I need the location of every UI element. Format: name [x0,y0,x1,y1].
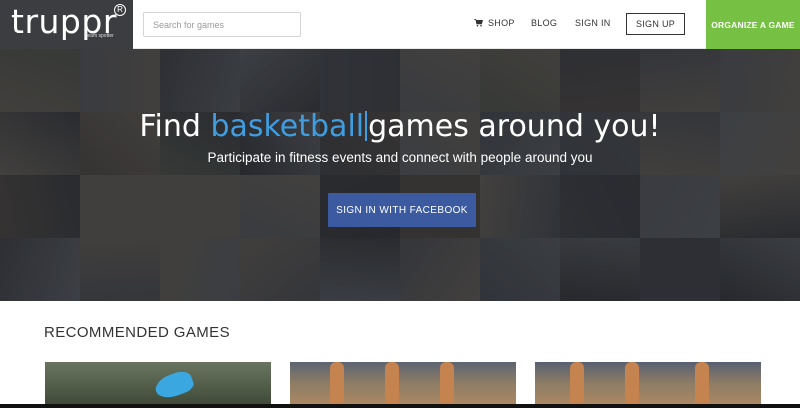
runner-image [330,362,344,408]
nav-blog-link[interactable]: BLOG [531,18,557,28]
hero-subtitle: Participate in fitness events and connec… [207,150,593,165]
nav-shop-link[interactable]: SHOP [474,18,515,28]
text-cursor [365,111,368,141]
runner-image [625,362,639,408]
bottom-edge [0,404,800,408]
hero-title-suffix: games around you! [368,109,661,144]
nav-shop-label: SHOP [488,18,515,28]
registered-mark: R [114,4,126,16]
organize-game-button[interactable]: ORGANIZE A GAME [706,0,800,49]
hero-title: Find basketball games around you! [0,109,800,144]
site-header: truppr R team spotter SHOP BLOG SIGN IN … [0,0,800,49]
runner-image [570,362,584,408]
recommended-games-heading: RECOMMENDED GAMES [44,324,230,341]
runner-image [440,362,454,408]
game-card[interactable] [45,362,271,408]
search-input[interactable] [143,12,301,37]
game-card[interactable] [290,362,516,408]
runner-image [695,362,709,408]
hero-title-prefix: Find [139,109,211,144]
sign-up-button[interactable]: SIGN UP [626,13,685,35]
nav-signin-link[interactable]: SIGN IN [575,18,611,28]
truppr-logo[interactable]: truppr R team spotter [0,0,133,49]
hero-title-sport: basketball [210,109,365,144]
hero-overlay [0,49,800,301]
runner-image [385,362,399,408]
running-shoe-image [152,368,196,402]
hero-section: Find basketball games around you! Partici… [0,49,800,301]
logo-tagline: team spotter [86,33,114,39]
cart-icon [474,19,483,27]
sign-in-facebook-button[interactable]: SIGN IN WITH FACEBOOK [328,193,476,227]
game-card[interactable] [535,362,761,408]
